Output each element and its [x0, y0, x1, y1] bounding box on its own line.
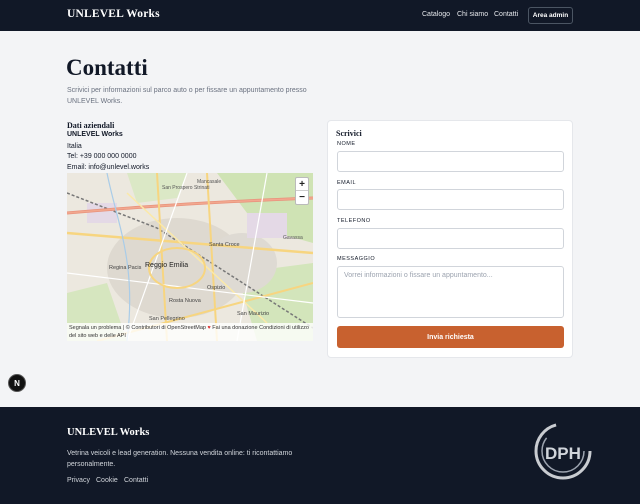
map-attribution: Segnala un problema | © Contributori di …	[67, 323, 313, 341]
nav-link-catalogo[interactable]: Catalogo	[422, 11, 450, 18]
message-textarea[interactable]	[337, 266, 564, 318]
footer-link-cookie[interactable]: Cookie	[96, 477, 118, 484]
top-navbar: UNLEVEL Works Catalogo Chi siamo Contatt…	[0, 0, 640, 31]
submit-request-button[interactable]: Invia richiesta	[337, 326, 564, 348]
phone-label: TELEFONO	[337, 218, 371, 224]
map-label-san-maurizio: San Maurizio	[237, 311, 269, 317]
map-label-san-prospero: San Prospero Strinati	[162, 185, 210, 191]
email-input[interactable]	[337, 189, 564, 210]
location-map[interactable]: Mancasale San Prospero Strinati Santa Cr…	[67, 173, 313, 341]
company-phone: Tel: +39 000 000 0000	[67, 153, 137, 160]
dph-logo-icon: DPH	[534, 422, 592, 480]
map-label-reggio-emilia: Reggio Emilia	[145, 262, 188, 269]
map-label-regina-pacis: Regina Pacis	[109, 265, 142, 271]
map-zoom-out-button[interactable]: −	[296, 191, 308, 204]
nav-link-chi-siamo[interactable]: Chi siamo	[457, 11, 488, 18]
company-name: UNLEVEL Works	[67, 131, 123, 138]
name-input[interactable]	[337, 151, 564, 172]
dph-logo-text: DPH	[545, 444, 581, 463]
footer-description: Vetrina veicoli e lead generation. Nessu…	[67, 450, 293, 468]
map-label-santa-croce: Santa Croce	[209, 242, 240, 248]
nav-link-contatti[interactable]: Contatti	[494, 11, 518, 18]
page-intro: Scrivici per informazioni sul parco auto…	[67, 87, 307, 105]
contact-form-title: Scrivici	[336, 129, 362, 138]
company-info-heading: Dati aziendali	[67, 121, 115, 130]
heart-icon: ♥	[207, 325, 211, 331]
message-label: MESSAGGIO	[337, 256, 376, 262]
company-email: Email: info@unlevel.works	[67, 164, 150, 171]
map-label-rosta-nuova: Rosta Nuova	[169, 298, 202, 304]
brand-logo[interactable]: UNLEVEL Works	[67, 8, 160, 20]
footer-link-contatti[interactable]: Contatti	[124, 477, 148, 484]
footer-link-privacy[interactable]: Privacy	[67, 477, 90, 484]
email-label: EMAIL	[337, 180, 357, 186]
company-country: Italia	[67, 143, 82, 150]
phone-input[interactable]	[337, 228, 564, 249]
admin-area-button[interactable]: Area admin	[528, 7, 573, 24]
map-donate-link[interactable]: Fai una donazione	[212, 325, 257, 331]
map-zoom-control: + −	[295, 177, 309, 205]
map-zoom-in-button[interactable]: +	[296, 178, 308, 191]
map-label-san-pellegrino: San Pellegrino	[149, 316, 185, 322]
map-label-gavassa: Gavassa	[283, 235, 303, 241]
n-badge-icon[interactable]: N	[8, 374, 26, 392]
map-tiles: Mancasale San Prospero Strinati Santa Cr…	[67, 173, 313, 341]
page-title: Contatti	[66, 55, 148, 80]
footer-brand: UNLEVEL Works	[67, 427, 150, 438]
name-label: NOME	[337, 141, 356, 147]
map-report-link[interactable]: Segnala un problema	[69, 325, 121, 331]
map-label-ospizio: Ospizio	[207, 285, 225, 291]
map-osm-credit[interactable]: | © Contributori di OpenStreetMap	[123, 325, 206, 331]
